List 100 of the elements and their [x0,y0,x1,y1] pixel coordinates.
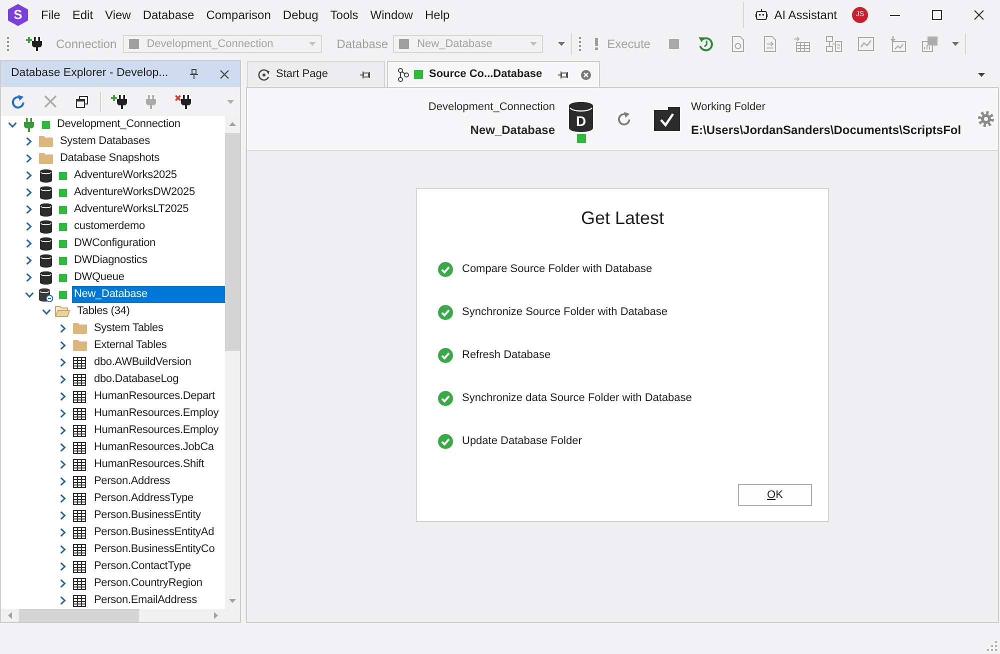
tree-item[interactable]: HumanResources.Depart [92,388,215,405]
chevron-right-icon[interactable] [26,154,32,163]
chevron-right-icon[interactable] [60,426,66,435]
pin-icon[interactable] [558,70,568,78]
tree-item[interactable]: Person.AddressType [92,490,194,507]
chevron-right-icon[interactable] [26,239,32,248]
tree-item[interactable]: AdventureWorks2025 [72,167,177,184]
chevron-right-icon[interactable] [26,137,32,146]
plug-plus-icon[interactable] [26,37,42,51]
chevron-right-icon[interactable] [60,358,66,367]
overflow-caret-icon[interactable] [558,42,566,46]
chevron-right-icon[interactable] [26,171,32,180]
step-label: Synchronize Source Folder with Database [462,304,668,320]
chevron-right-icon[interactable] [60,528,66,537]
caret-down-icon[interactable] [978,73,985,77]
minimize-icon[interactable] [890,14,900,16]
tree-item[interactable]: DWDiagnostics [72,252,148,269]
overflow-caret-icon[interactable] [952,42,960,46]
tree-item[interactable]: Person.BusinessEntityAd [92,524,214,541]
tree-item[interactable]: AdventureWorksLT2025 [72,201,189,218]
chevron-right-icon[interactable] [26,273,32,282]
tree-item[interactable]: Tables (34) [75,303,130,320]
tree-item[interactable]: New_Database [72,286,225,303]
chevron-right-icon[interactable] [60,562,66,571]
refresh-icon[interactable] [11,94,25,108]
chevron-right-icon[interactable] [60,443,66,452]
tree-item[interactable]: dbo.AWBuildVersion [92,354,192,371]
menu-item[interactable]: View [99,4,137,26]
chevron-right-icon[interactable] [26,222,32,231]
tree-item[interactable]: customerdemo [72,218,145,235]
tree-item[interactable]: System Databases [58,133,150,150]
chevron-right-icon[interactable] [60,392,66,401]
tree-item[interactable]: Development_Connection [55,116,180,133]
tree-item[interactable]: HumanResources.Employ [92,405,219,422]
menu-item[interactable]: Comparison [200,4,277,26]
menu-item[interactable]: Tools [324,4,364,26]
tree-item[interactable]: External Tables [92,337,167,354]
chevron-right-icon[interactable] [60,579,66,588]
history-icon[interactable] [698,36,714,52]
menu-item[interactable]: Help [418,4,456,26]
toolbar-grip-icon[interactable] [579,37,582,51]
pin-icon[interactable] [360,70,370,78]
tree-item[interactable]: HumanResources.Shift [92,456,204,473]
chevron-down-icon[interactable] [8,122,16,128]
menu-item[interactable]: File [35,4,66,26]
menu-item[interactable]: Debug [276,4,324,26]
windows-icon[interactable] [76,96,88,108]
resize-grip-icon[interactable] [987,641,997,651]
tree-item[interactable]: Person.EmailAddress [92,592,197,609]
chevron-right-icon[interactable] [60,477,66,486]
scrollbar-thumb[interactable] [19,609,139,622]
settings-icon[interactable] [978,111,994,127]
plug-cross-icon[interactable] [175,94,191,108]
scrollbar-thumb[interactable] [225,133,240,351]
close-icon[interactable] [220,70,229,78]
tab[interactable]: Source Co...Database [387,61,600,87]
tree-item[interactable]: System Tables [92,320,164,337]
chevron-right-icon[interactable] [60,375,66,384]
chevron-right-icon[interactable] [60,409,66,418]
chevron-right-icon[interactable] [26,188,32,197]
ai-assistant-button[interactable]: AI Assistant [755,4,837,26]
table-icon [73,356,86,368]
chevron-right-icon[interactable] [60,341,66,350]
chevron-down-icon[interactable] [42,308,50,314]
chevron-right-icon[interactable] [60,494,66,503]
pin-icon[interactable] [190,69,198,79]
vertical-scrollbar[interactable] [225,116,240,609]
menu-item[interactable]: Edit [66,4,100,26]
tree-item[interactable]: DWConfiguration [72,235,156,252]
horizontal-scrollbar[interactable] [1,609,240,622]
tree-item[interactable]: HumanResources.Employ [92,422,219,439]
menu-item[interactable]: Database [136,4,200,26]
tree-item[interactable]: Person.BusinessEntityCo [92,541,215,558]
tree-item[interactable]: dbo.DatabaseLog [92,371,179,388]
tree-item[interactable]: Person.ContactType [92,558,191,575]
chevron-right-icon[interactable] [26,256,32,265]
chevron-right-icon[interactable] [60,324,66,333]
maximize-icon[interactable] [932,10,942,20]
tree-item[interactable]: HumanResources.JobCa [92,439,214,456]
plug-plus-icon[interactable] [111,94,127,108]
refresh-icon[interactable] [617,112,631,126]
tree-item[interactable]: Person.Address [92,473,170,490]
menu-item[interactable]: Window [364,4,419,26]
chevron-right-icon[interactable] [60,511,66,520]
tree-item[interactable]: Person.BusinessEntity [92,507,201,524]
chevron-right-icon[interactable] [26,205,32,214]
chevron-down-icon[interactable] [24,292,34,298]
tree-item[interactable]: Person.CountryRegion [92,575,202,592]
ok-button[interactable]: OK [738,484,812,506]
chevron-right-icon[interactable] [60,545,66,554]
tree-item[interactable]: DWQueue [72,269,124,286]
step-label: Update Database Folder [462,434,582,449]
tree-item[interactable]: AdventureWorksDW2025 [72,184,195,201]
chevron-right-icon[interactable] [60,596,66,605]
chevron-right-icon[interactable] [60,460,66,469]
tree-item[interactable]: Database Snapshots [58,150,160,167]
close-icon[interactable] [974,10,984,20]
tab[interactable]: Start Page [247,61,385,87]
table-icon [73,408,86,420]
table-icon [73,544,86,556]
